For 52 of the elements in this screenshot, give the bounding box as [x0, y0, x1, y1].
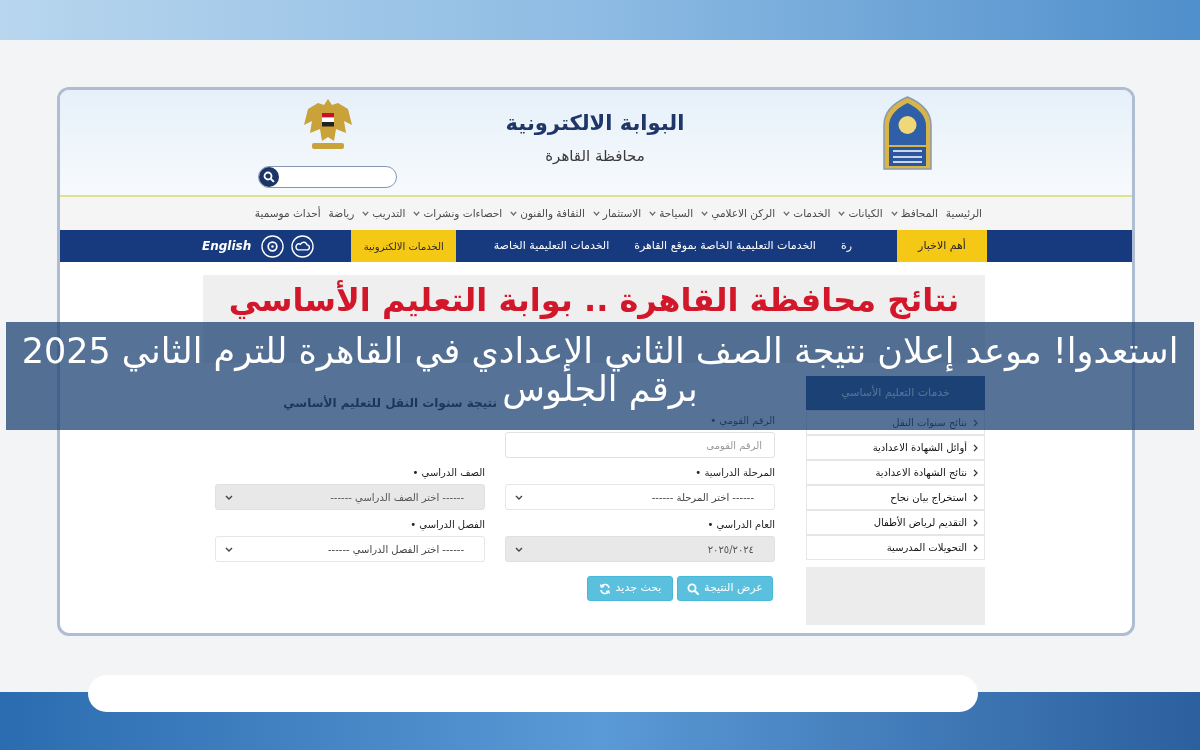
nav-menu-item[interactable]: احصاءات ونشرات: [413, 205, 503, 222]
sidebar-link[interactable]: أوائل الشهادة الاعدادية: [806, 435, 985, 460]
search-icon: [687, 582, 700, 595]
nav-menu-item[interactable]: الثقافة والفنون: [510, 205, 585, 222]
news-ticker-link[interactable]: رة: [840, 237, 852, 255]
nav-menu-item[interactable]: المحافظ: [890, 205, 938, 222]
chevron-right-icon: [973, 493, 978, 502]
chevron-right-icon: [973, 443, 978, 452]
field-label: الفصل الدراسي •: [409, 518, 485, 532]
sidebar-link[interactable]: التقديم لرياض الأطفال: [806, 510, 985, 535]
chevron-right-icon: [973, 543, 978, 552]
news-label: أهم الاخبار: [897, 230, 987, 262]
sidebar-link[interactable]: نتائج الشهادة الاعدادية: [806, 460, 985, 485]
cloud-icon[interactable]: [291, 234, 315, 258]
field-label: الصف الدراسي •: [411, 466, 485, 480]
language-link[interactable]: English: [202, 237, 252, 255]
chevron-down-icon: [515, 546, 523, 552]
field-label: المرحلة الدراسية •: [694, 466, 775, 480]
services-tab[interactable]: الخدمات الالكترونية: [351, 230, 457, 262]
news-ticker-link[interactable]: الخدمات التعليمية الخاصة بموقع القاهرة: [634, 237, 816, 255]
search-field[interactable]: [258, 166, 397, 188]
chevron-down-icon: [225, 494, 233, 500]
nav-menu-item[interactable]: الكيانات: [838, 205, 883, 222]
news-ticker-link[interactable]: الخدمات التعليمية الخاصة: [493, 237, 610, 255]
nav-menu-item[interactable]: أحداث موسمية: [254, 205, 321, 222]
nav-menu-item[interactable]: الرئيسية: [945, 205, 982, 222]
nav-menu-item[interactable]: التدريب: [362, 205, 406, 222]
banner-title: نتائج محافظة القاهرة .. بوابة التعليم الأساسي: [228, 280, 960, 320]
nav-menu-item[interactable]: السياحة: [649, 205, 694, 222]
sidebar-link[interactable]: استخراج بيان نجاح: [806, 485, 985, 510]
nav-menu-item[interactable]: الخدمات: [783, 205, 831, 222]
field-label: الرقم القومي •: [709, 414, 775, 428]
chevron-down-icon: [225, 546, 233, 552]
field-label: العام الدراسي •: [706, 518, 775, 532]
portal-title: البوابة الالكترونية: [505, 110, 685, 136]
select-field[interactable]: ------ اختر الفصل الدراسي ------: [215, 536, 485, 562]
refresh-icon: [598, 582, 611, 595]
sidebar-link[interactable]: التحويلات المدرسية: [806, 535, 985, 560]
chevron-right-icon: [973, 468, 978, 477]
search-icon[interactable]: [259, 167, 279, 187]
chevron-down-icon: [515, 494, 523, 500]
nav-menu-item[interactable]: الاستثمار: [592, 205, 642, 222]
headline-line: استعدوا! موعد إعلان نتيجة الصف الثاني الإعدادي في القاهرة للترم الثاني 2025: [21, 332, 1179, 370]
nav-menu-item[interactable]: رياضة: [328, 205, 355, 222]
circle-dot-icon[interactable]: [261, 234, 285, 258]
portal-subtitle: محافظة القاهرة: [545, 146, 645, 166]
chevron-right-icon: [973, 518, 978, 527]
nav-menu-item[interactable]: الركن الاعلامي: [701, 205, 776, 222]
arch-logo-icon: [880, 95, 935, 170]
select-field[interactable]: ------ اختر المرحلة ------: [505, 484, 775, 510]
input-field[interactable]: الرقم القومي: [505, 432, 775, 458]
form-title: نتيجة سنوات النقل للتعليم الأساسي: [283, 395, 497, 411]
